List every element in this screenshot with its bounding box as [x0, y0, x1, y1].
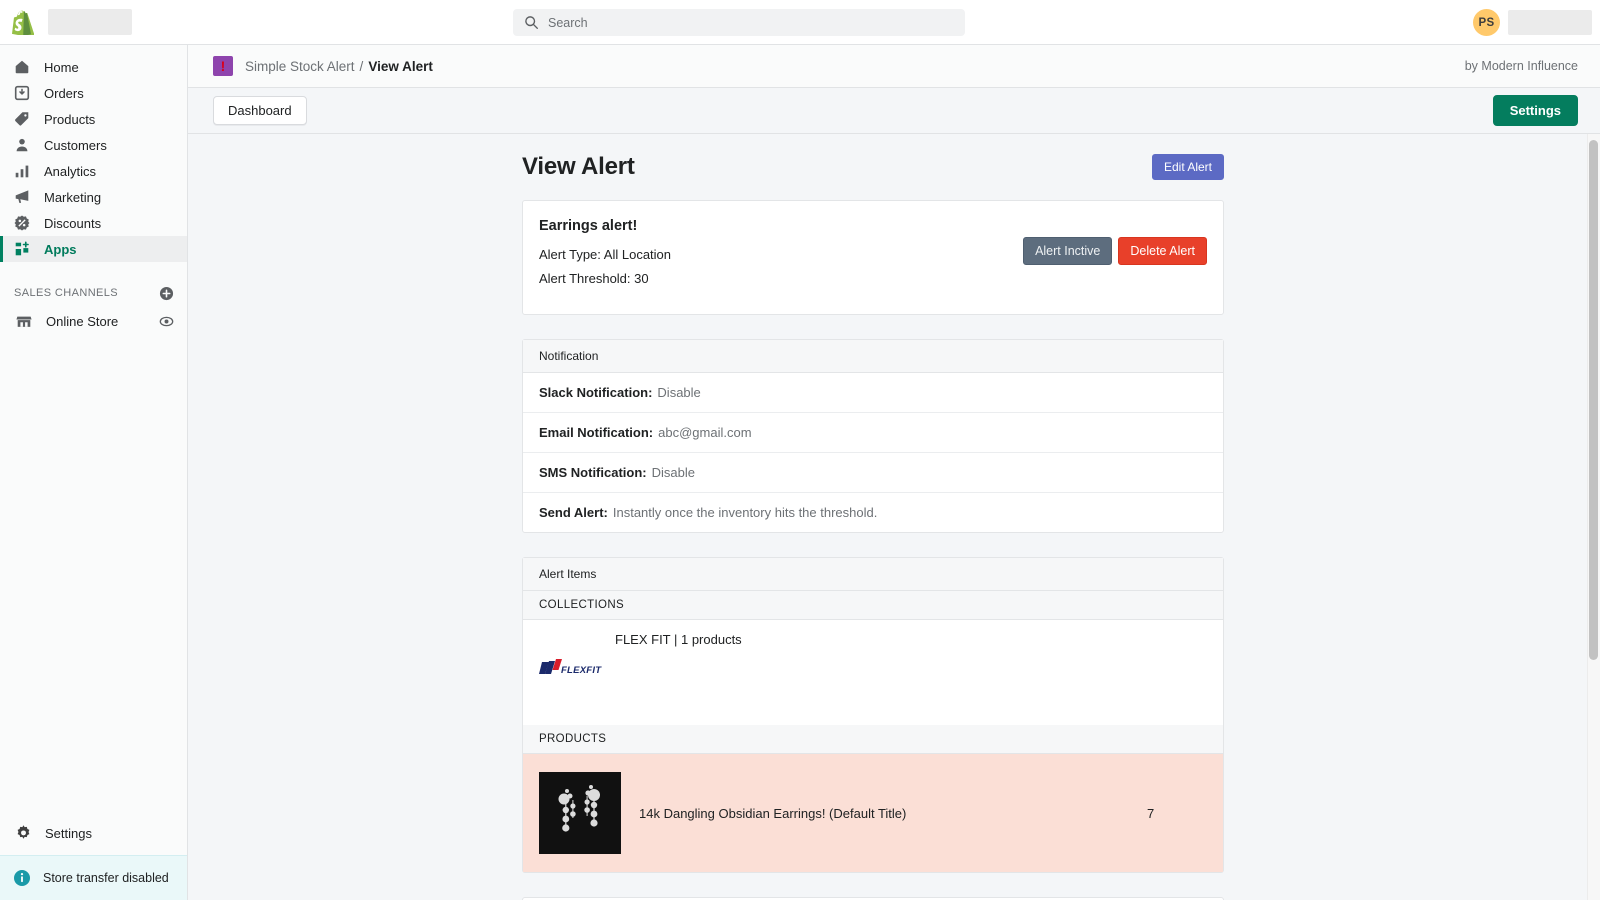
breadcrumb-app-name[interactable]: Simple Stock Alert [245, 59, 355, 74]
sidebar-item-apps[interactable]: Apps [0, 236, 187, 262]
search-input[interactable]: Search [513, 9, 965, 36]
sidebar-item-online-store[interactable]: Online Store [0, 308, 187, 334]
collection-title: FLEX FIT | 1 products [615, 632, 742, 647]
collections-heading: COLLECTIONS [523, 591, 1223, 620]
alert-status-toggle-button[interactable]: Alert Inctive [1023, 237, 1113, 265]
sidebar-item-label: Orders [44, 85, 84, 101]
sidebar-item-customers[interactable]: Customers [0, 132, 187, 158]
app-frame: ! Simple Stock Alert / View Alert by Mod… [188, 45, 1600, 900]
alert-summary: Earrings alert! Alert Type: All Location… [523, 201, 1223, 314]
sidebar-item-orders[interactable]: Orders [0, 80, 187, 106]
sidebar-item-home[interactable]: Home [0, 54, 187, 80]
notification-row-email: Email Notification: abc@gmail.com [523, 413, 1223, 453]
sidebar-item-label: Apps [44, 241, 77, 257]
slack-notification-value: Disable [657, 385, 701, 400]
app-vendor: by Modern Influence [1464, 59, 1578, 73]
marketing-megaphone-icon [12, 187, 32, 207]
sms-notification-label: SMS Notification: [539, 465, 647, 480]
alert-exclamation-icon: ! [213, 56, 233, 76]
sales-channels-header: SALES CHANNELS [0, 276, 187, 308]
info-circle-icon [12, 868, 32, 888]
sidebar-item-label: Customers [44, 137, 107, 153]
sidebar-item-label: Home [44, 59, 79, 75]
alert-summary-actions: Alert Inctive Delete Alert [1023, 237, 1207, 265]
sidebar-item-label: Marketing [44, 189, 102, 205]
page-header: View Alert Edit Alert [522, 151, 1224, 183]
sidebar-item-label: Online Store [46, 313, 119, 329]
slack-notification-label: Slack Notification: [539, 385, 653, 400]
home-icon [12, 57, 32, 77]
sidebar-item-label: Discounts [44, 215, 102, 231]
alert-name: Earrings alert! [539, 218, 638, 234]
alert-items-card: Alert Items COLLECTIONS FLEX FIT | 1 pro… [522, 557, 1224, 873]
sidebar-nav: Home Orders Products Customers Analytics… [0, 45, 187, 334]
breadcrumb-separator: / [359, 58, 364, 74]
product-name: 14k Dangling Obsidian Earrings! (Default… [639, 805, 907, 821]
collection-row[interactable]: FLEX FIT | 1 products FLEXFIT [523, 620, 1223, 725]
breadcrumb-current-page: View Alert [368, 58, 433, 74]
earrings-thumbnail [539, 772, 621, 854]
store-transfer-banner[interactable]: Store transfer disabled [0, 855, 187, 900]
sidebar-item-label: Analytics [44, 163, 97, 179]
page-title: View Alert [522, 153, 635, 180]
apps-grid-icon [12, 239, 32, 259]
analytics-bars-icon [12, 161, 32, 181]
scrollbar-thumb[interactable] [1589, 140, 1598, 660]
top-bar: Search PS [0, 0, 1600, 45]
dashboard-button[interactable]: Dashboard [213, 96, 307, 125]
store-name-redacted [48, 9, 132, 35]
sidebar-item-analytics[interactable]: Analytics [0, 158, 187, 184]
page-content: View Alert Edit Alert Earrings alert! Al… [188, 134, 1590, 900]
products-tag-icon [12, 109, 32, 129]
app-action-bar: Dashboard Settings [188, 88, 1600, 134]
products-heading: PRODUCTS [523, 725, 1223, 754]
sidebar-item-label: Products [44, 111, 96, 127]
alert-items-heading: Alert Items [523, 558, 1223, 591]
search-placeholder: Search [548, 15, 588, 30]
edit-alert-button[interactable]: Edit Alert [1151, 154, 1224, 180]
user-name-redacted [1508, 10, 1592, 35]
sidebar-item-discounts[interactable]: Discounts [0, 210, 187, 236]
flexfit-logo: FLEXFIT [539, 659, 605, 684]
delete-alert-button[interactable]: Delete Alert [1118, 237, 1207, 265]
search-icon [524, 15, 539, 30]
notification-card: Notification Slack Notification: Disable … [522, 339, 1224, 533]
storefront-icon [14, 311, 34, 331]
sidebar-footer: Settings Store transfer disabled [0, 811, 187, 900]
email-notification-value: abc@gmail.com [658, 425, 752, 440]
sidebar-settings-label: Settings [45, 825, 92, 841]
product-row[interactable]: 14k Dangling Obsidian Earrings! (Default… [523, 754, 1223, 872]
sms-notification-value: Disable [651, 465, 695, 480]
sidebar-item-marketing[interactable]: Marketing [0, 184, 187, 210]
send-alert-value: Instantly once the inventory hits the th… [612, 505, 878, 520]
gear-icon [12, 822, 34, 844]
sidebar-settings-button[interactable]: Settings [0, 811, 187, 855]
send-alert-label: Send Alert: [539, 505, 608, 520]
alert-summary-card: Earrings alert! Alert Type: All Location… [522, 200, 1224, 315]
discounts-percent-icon [12, 213, 32, 233]
notification-row-slack: Slack Notification: Disable [523, 373, 1223, 413]
alert-threshold: Alert Threshold: 30 [539, 271, 649, 286]
app-breadcrumb-bar: ! Simple Stock Alert / View Alert by Mod… [188, 45, 1600, 88]
eye-icon[interactable] [157, 312, 175, 330]
customers-person-icon [12, 135, 32, 155]
notification-heading: Notification [523, 340, 1223, 373]
notification-row-send-alert: Send Alert: Instantly once the inventory … [523, 493, 1223, 532]
orders-inbox-icon [12, 83, 32, 103]
sidebar-item-products[interactable]: Products [0, 106, 187, 132]
plus-circle-icon[interactable] [157, 284, 175, 302]
sidebar: Home Orders Products Customers Analytics… [0, 45, 188, 900]
svg-text:FLEXFIT: FLEXFIT [561, 665, 602, 676]
notification-row-sms: SMS Notification: Disable [523, 453, 1223, 493]
content-scroll-area: View Alert Edit Alert Earrings alert! Al… [188, 134, 1600, 900]
vertical-scrollbar[interactable] [1587, 134, 1600, 900]
sales-channels-heading: SALES CHANNELS [14, 287, 119, 299]
email-notification-label: Email Notification: [539, 425, 654, 440]
product-quantity: 7 [1147, 805, 1155, 821]
store-transfer-label: Store transfer disabled [43, 871, 169, 885]
settings-button[interactable]: Settings [1492, 95, 1578, 126]
avatar[interactable]: PS [1473, 9, 1500, 36]
shopify-bag-icon[interactable] [0, 10, 46, 35]
